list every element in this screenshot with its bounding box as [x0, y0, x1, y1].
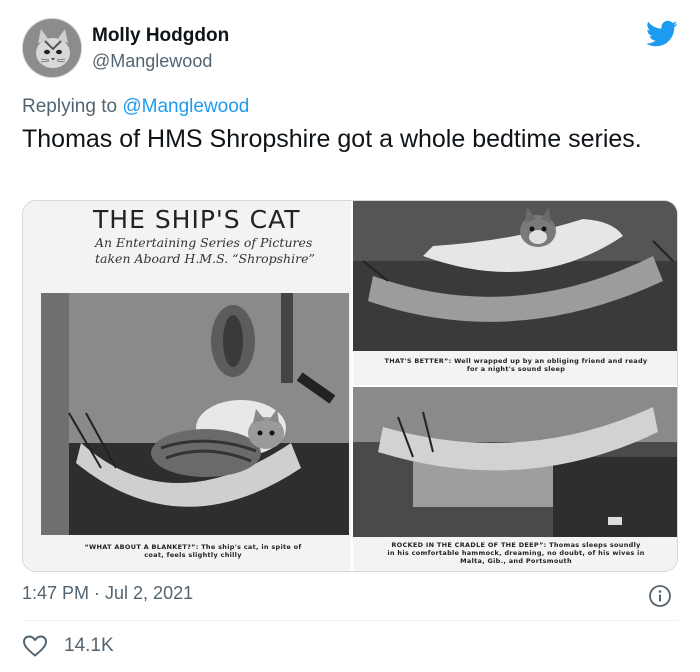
caption-left-line1: “WHAT ABOUT A BLANKET?”: The ship's cat,…	[84, 543, 302, 551]
author-avatar[interactable]	[22, 18, 82, 78]
author-handle[interactable]: @Manglewood	[92, 51, 212, 72]
author-name[interactable]: Molly Hodgdon	[92, 25, 229, 47]
caption-bottom-right-line3: Malta, Gib., and Portsmouth	[460, 557, 572, 565]
caption-bottom-right-line2: in his comfortable hammock, dreaming, no…	[387, 549, 645, 557]
info-icon[interactable]	[648, 584, 672, 608]
divider	[22, 620, 678, 621]
caption-top-right-line2: for a night's sound sleep	[466, 365, 566, 373]
hammock-photo-blanket	[41, 293, 349, 535]
replying-to-label: Replying to	[22, 96, 123, 117]
page-subtitle-line2: taken Aboard H.M.S. “Shropshire”	[95, 251, 315, 266]
caption-left-line2: coat, feels slightly chilly	[144, 551, 242, 559]
tweet-timestamp[interactable]: 1:47 PM · Jul 2, 2021	[22, 583, 193, 604]
twitter-bird-icon[interactable]	[646, 20, 678, 48]
cat-avatar-icon	[23, 19, 81, 77]
media-panel-bottom-right: ROCKED IN THE CRADLE OF THE DEEP”: Thoma…	[353, 387, 677, 571]
tweet-text: Thomas of HMS Shropshire got a whole bed…	[22, 125, 642, 153]
tweet-header: Molly Hodgdon @Manglewood	[22, 18, 678, 80]
page-subtitle-line1: An Entertaining Series of Pictures	[95, 235, 313, 250]
media-panel-top-right: THAT'S BETTER”: Well wrapped up by an ob…	[353, 201, 677, 385]
caption-top-right-line1: THAT'S BETTER”: Well wrapped up by an ob…	[384, 357, 648, 365]
caption-bottom-right-line1: ROCKED IN THE CRADLE OF THE DEEP”: Thoma…	[391, 541, 641, 549]
hammock-photo-sleeping	[353, 387, 677, 537]
heart-icon[interactable]	[22, 634, 48, 658]
like-count: 14.1K	[64, 635, 114, 656]
media-panel-left: THE SHIP'S CAT An Entertaining Series of…	[23, 201, 351, 571]
tweet-media[interactable]: THE SHIP'S CAT An Entertaining Series of…	[22, 200, 678, 572]
page-title: THE SHIP'S CAT	[93, 205, 301, 234]
replying-to: Replying to @Manglewood	[22, 96, 249, 118]
reply-mention-link[interactable]: @Manglewood	[122, 96, 249, 117]
hammock-photo-wrapped	[353, 201, 677, 351]
